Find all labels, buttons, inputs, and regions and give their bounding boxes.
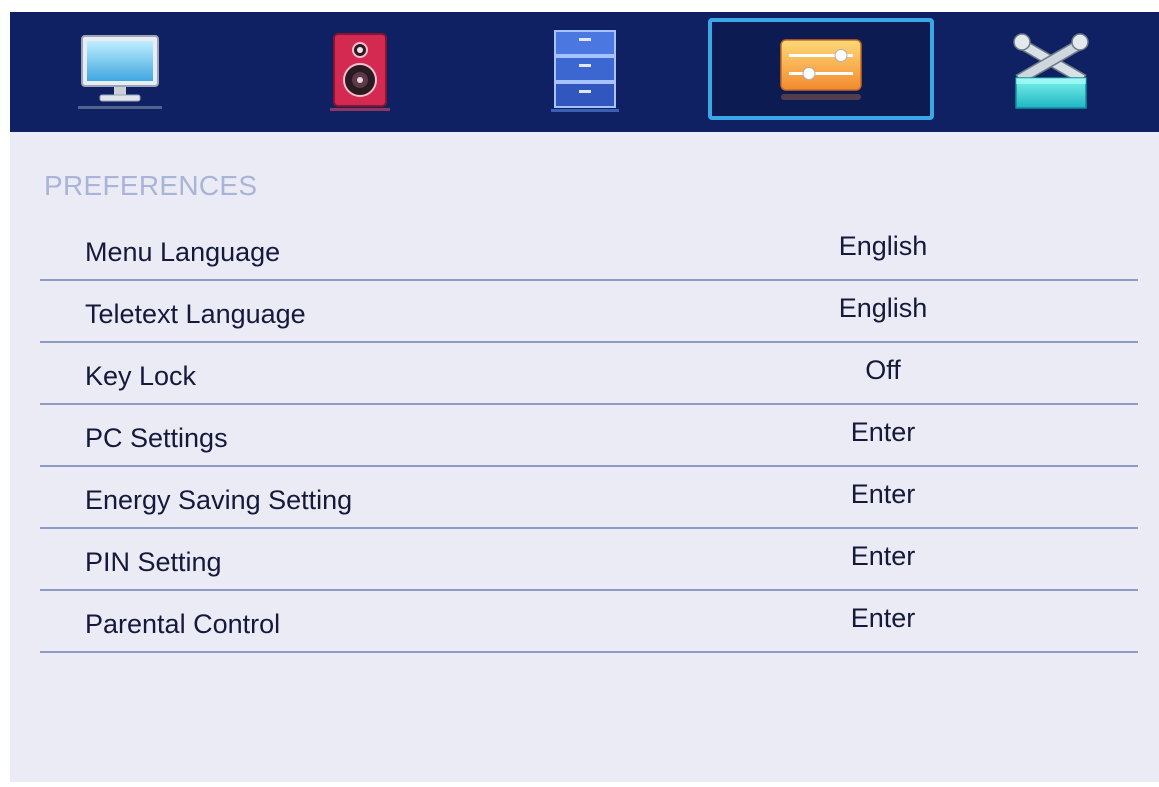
menu-item-label: Parental Control xyxy=(85,609,281,639)
menu-item-label: Key Lock xyxy=(85,361,197,391)
menu-item-parental-control[interactable]: Parental Control Enter xyxy=(40,591,1138,653)
menu-item-label: PC Settings xyxy=(85,423,228,453)
tab-sound[interactable] xyxy=(310,12,410,132)
menu-item-label: PIN Setting xyxy=(85,547,222,577)
speaker-icon xyxy=(330,33,390,111)
menu-item-value: Enter xyxy=(850,417,916,447)
menu-item-value: Enter xyxy=(850,479,916,509)
menu-item-key-lock[interactable]: Key Lock Off xyxy=(40,343,1138,405)
menu-item-value: English xyxy=(838,231,928,261)
menu-item-label: Teletext Language xyxy=(85,299,306,329)
tab-setup[interactable] xyxy=(996,12,1106,132)
monitor-icon xyxy=(78,35,162,109)
menu-item-pin-setting[interactable]: PIN Setting Enter xyxy=(40,529,1138,591)
section-title: PREFERENCES xyxy=(44,170,258,201)
menu-item-energy-saving-setting[interactable]: Energy Saving Setting Enter xyxy=(40,467,1138,529)
menu-item-teletext-language[interactable]: Teletext Language English xyxy=(40,281,1138,343)
menu-item-label: Energy Saving Setting xyxy=(85,485,353,515)
tab-picture[interactable] xyxy=(60,12,180,132)
preferences-menu: Menu Language English Teletext Language … xyxy=(40,219,1138,653)
tab-preferences[interactable] xyxy=(708,18,934,120)
menu-item-menu-language[interactable]: Menu Language English xyxy=(40,219,1138,281)
menu-item-label: Menu Language xyxy=(85,237,281,267)
menu-item-value: Enter xyxy=(850,603,916,633)
menu-item-value: Off xyxy=(865,355,901,385)
osd-menu-screen: PREFERENCES Menu Language English Telete… xyxy=(10,12,1159,782)
tools-icon xyxy=(1013,33,1089,109)
menu-item-value: English xyxy=(838,293,928,323)
menu-item-pc-settings[interactable]: PC Settings Enter xyxy=(40,405,1138,467)
cabinet-icon xyxy=(551,30,619,112)
category-tab-bar xyxy=(10,12,1159,132)
menu-item-value: Enter xyxy=(850,541,916,571)
sliders-icon xyxy=(780,39,862,100)
tab-channel[interactable] xyxy=(530,12,640,132)
